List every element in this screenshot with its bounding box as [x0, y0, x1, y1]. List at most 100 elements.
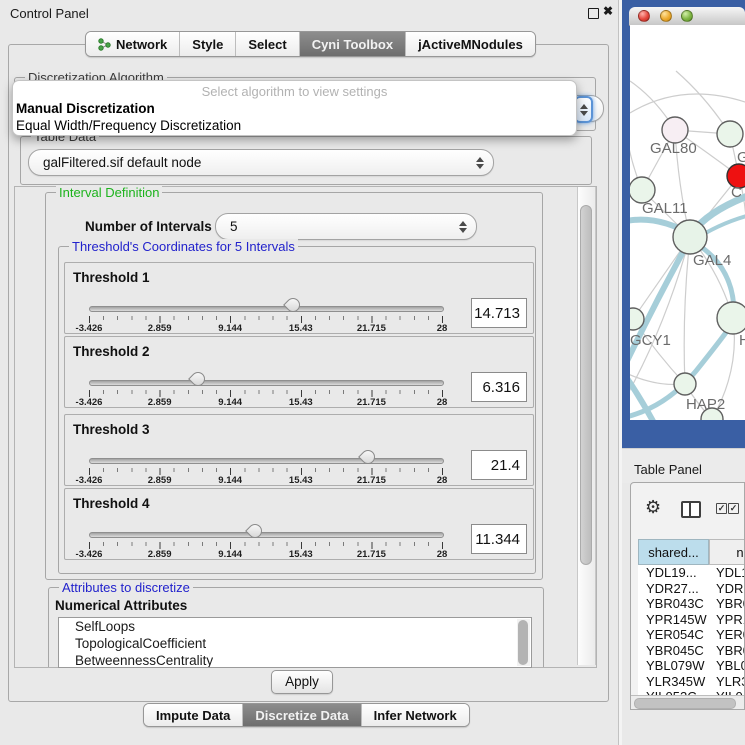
float-panel-icon[interactable] — [588, 8, 599, 19]
apply-button[interactable]: Apply — [271, 670, 333, 694]
interval-definition-title: Interval Definition — [56, 185, 162, 200]
cell-name: YDR2 — [709, 581, 745, 597]
threshold-1-slider-track[interactable] — [89, 306, 444, 312]
split-view-icon[interactable] — [681, 501, 701, 518]
attribute-topologicalcoefficient[interactable]: TopologicalCoefficient — [59, 635, 531, 652]
table-row[interactable]: YER054CYER0 — [638, 627, 745, 643]
scale-label: -3.426 — [61, 323, 117, 334]
cell-name: YBR0 — [709, 643, 745, 659]
slider-scale-labels: -3.4262.8599.14415.4321.71528 — [89, 549, 442, 559]
threshold-3-slider-track[interactable] — [89, 458, 444, 464]
scale-label: 15.43 — [273, 323, 329, 334]
checkbox-icon[interactable]: ✓ — [716, 503, 727, 514]
number-of-intervals-value: 5 — [230, 219, 238, 234]
column-header-shared-name[interactable]: shared... — [638, 539, 709, 565]
popup-item-equal-width-frequency-discretization[interactable]: Equal Width/Frequency Discretization — [13, 117, 576, 134]
threshold-3-panel: Threshold 3-3.4262.8599.14415.4321.71528… — [64, 414, 534, 486]
tab-select[interactable]: Select — [235, 32, 298, 56]
cell-shared-name: YDR27... — [638, 581, 709, 597]
control-panel: Control Panel ✖ NetworkStyleSelectCyni T… — [0, 0, 619, 745]
network-edge[interactable] — [684, 237, 690, 384]
gear-icon[interactable]: ⚙ — [645, 497, 661, 518]
close-traffic-light[interactable] — [638, 10, 650, 22]
table-row[interactable]: YBL079WYBL0 — [638, 658, 745, 674]
stepper-icon — [476, 157, 484, 169]
network-edge[interactable] — [630, 94, 745, 113]
table-data-value: galFiltered.sif default node — [43, 155, 201, 170]
scale-label: -3.426 — [61, 549, 117, 560]
stepper-up-icon — [580, 104, 588, 109]
popup-hint: Select algorithm to view settings — [13, 83, 576, 100]
table-toolbar: ⚙ ✓ ✓ — [631, 483, 745, 539]
table-row[interactable]: YBR045CYBR0 — [638, 643, 745, 659]
scale-label: 21.715 — [343, 323, 399, 334]
attributes-group-title: Attributes to discretize — [59, 580, 193, 595]
scale-label: 21.715 — [343, 475, 399, 486]
close-icon[interactable]: ✖ — [603, 4, 613, 18]
slider-major-ticks — [89, 468, 444, 475]
tab-impute-data[interactable]: Impute Data — [144, 704, 242, 726]
attributes-scrollbar-thumb[interactable] — [518, 620, 528, 665]
scale-label: 28 — [414, 475, 470, 486]
table-panel-titlebar: Table Panel — [622, 448, 745, 483]
table-row[interactable]: YDL19...YDL1 — [638, 565, 745, 581]
tab-discretize-data[interactable]: Discretize Data — [242, 704, 360, 726]
tab-style[interactable]: Style — [179, 32, 235, 56]
column-header-name[interactable]: n — [709, 539, 745, 565]
network-node-gal4[interactable] — [673, 220, 707, 254]
horizontal-scrollbar[interactable] — [631, 695, 745, 710]
network-node-h[interactable] — [717, 302, 745, 334]
scale-label: -3.426 — [61, 475, 117, 486]
network-canvas[interactable]: GAL80GCGAL11GAL4GCY1HHAP2 — [630, 25, 745, 420]
checkbox-icon[interactable]: ✓ — [728, 503, 739, 514]
algorithm-dropdown-popup: Select algorithm to view settings Manual… — [12, 80, 577, 136]
threshold-4-panel: Threshold 4-3.4262.8599.14415.4321.71528… — [64, 488, 534, 560]
node-label-g: G — [737, 149, 745, 166]
attribute-selfloops[interactable]: SelfLoops — [59, 618, 531, 635]
threshold-3-value-field[interactable]: 21.4 — [471, 450, 527, 480]
slider-major-ticks — [89, 542, 444, 549]
table-row[interactable]: YDR27...YDR2 — [638, 581, 745, 597]
threshold-4-slider-track[interactable] — [89, 532, 444, 538]
table-row[interactable]: YLR345WYLR3 — [638, 674, 745, 690]
minimize-traffic-light[interactable] — [660, 10, 672, 22]
cell-shared-name: YLR345W — [638, 674, 709, 690]
threshold-2-slider-track[interactable] — [89, 380, 444, 386]
network-node-hap2[interactable] — [674, 373, 696, 395]
vertical-scrollbar[interactable] — [577, 187, 596, 665]
scale-label: 28 — [414, 397, 470, 408]
vertical-scrollbar-thumb[interactable] — [580, 205, 592, 565]
attribute-betweennesscentrality[interactable]: BetweennessCentrality — [59, 652, 531, 668]
node-label-h: H — [739, 332, 745, 349]
table-data-combobox[interactable]: galFiltered.sif default node — [28, 149, 494, 176]
slider-major-ticks — [89, 390, 444, 397]
numerical-attributes-list[interactable]: SelfLoopsTopologicalCoefficientBetweenne… — [58, 617, 532, 668]
horizontal-scrollbar-thumb[interactable] — [634, 698, 736, 709]
attributes-scrollbar[interactable] — [517, 619, 530, 666]
scale-label: 2.859 — [132, 475, 188, 486]
popup-item-manual-discretization[interactable]: Manual Discretization — [13, 100, 576, 117]
network-node-g[interactable] — [717, 121, 743, 147]
scale-label: 2.859 — [132, 397, 188, 408]
tab-cyni-toolbox[interactable]: Cyni Toolbox — [299, 32, 405, 56]
threshold-2-value-field[interactable]: 6.316 — [471, 372, 527, 402]
cell-name: YPR1 — [709, 612, 745, 628]
table-row[interactable]: YPR145WYPR1 — [638, 612, 745, 628]
node-label-gal11: GAL11 — [642, 200, 688, 217]
threshold-4-value-field[interactable]: 11.344 — [471, 524, 527, 554]
threshold-1-label: Threshold 1 — [73, 270, 150, 285]
network-window-titlebar[interactable] — [629, 7, 745, 26]
tab-infer-network[interactable]: Infer Network — [361, 704, 469, 726]
tab-jactivemnodules[interactable]: jActiveMNodules — [405, 32, 535, 56]
table-panel-title: Table Panel — [634, 462, 702, 477]
threshold-1-value-field[interactable]: 14.713 — [471, 298, 527, 328]
scale-label: 28 — [414, 549, 470, 560]
table-row[interactable]: YBR043CYBR0 — [638, 596, 745, 612]
scale-label: -3.426 — [61, 397, 117, 408]
zoom-traffic-light[interactable] — [681, 10, 693, 22]
number-of-intervals-combobox[interactable]: 5 — [215, 213, 477, 240]
table-header-row: shared... n — [638, 539, 745, 565]
slider-scale-labels: -3.4262.8599.14415.4321.71528 — [89, 323, 442, 333]
tab-network[interactable]: Network — [86, 32, 179, 56]
node-label-c: C — [731, 184, 742, 201]
